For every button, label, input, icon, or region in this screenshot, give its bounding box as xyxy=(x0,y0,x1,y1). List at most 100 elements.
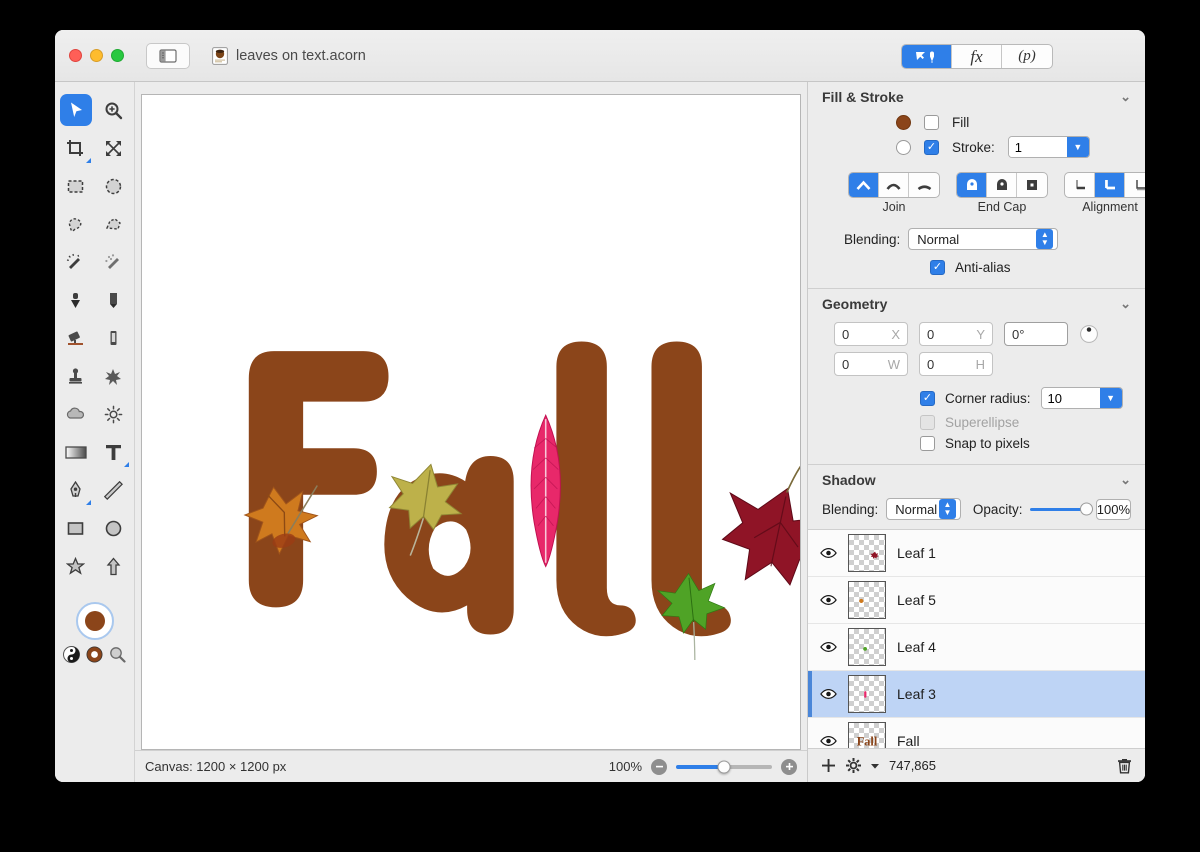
layer-row-leaf-1[interactable]: Leaf 1 xyxy=(808,530,1145,577)
alignment-buttons xyxy=(1064,172,1145,198)
align-center-button[interactable] xyxy=(1095,173,1125,197)
bevel-join-icon xyxy=(917,184,931,190)
visibility-eye-icon[interactable] xyxy=(820,735,837,747)
magic-wand-tool[interactable] xyxy=(60,246,92,278)
bevel-join-button[interactable] xyxy=(909,173,939,197)
rotation-field[interactable]: 0° xyxy=(1004,322,1068,346)
crop-tool[interactable] xyxy=(60,132,92,164)
chevron-down-icon[interactable]: ⌄ xyxy=(1120,89,1131,105)
zoom-button[interactable] xyxy=(111,49,124,62)
tab-effects[interactable]: fx xyxy=(952,45,1002,68)
brush-tool[interactable] xyxy=(98,322,130,354)
fill-color-swatch[interactable] xyxy=(896,115,911,130)
shadow-opacity-value[interactable]: 100% xyxy=(1095,498,1131,520)
black-white-swatch-icon[interactable] xyxy=(63,646,80,663)
star-tool[interactable] xyxy=(60,550,92,582)
instant-alpha-tool[interactable] xyxy=(98,246,130,278)
rotation-dial-icon[interactable] xyxy=(1079,324,1099,344)
stroke-width-dropdown[interactable]: ▼ xyxy=(1066,137,1089,157)
sidebar-toggle-button[interactable] xyxy=(146,42,190,69)
butt-cap-button[interactable] xyxy=(957,173,987,197)
clone-stamp-tool[interactable] xyxy=(60,360,92,392)
chevron-down-icon[interactable] xyxy=(871,763,879,769)
layer-name: Leaf 1 xyxy=(897,545,936,561)
rect-select-tool[interactable] xyxy=(60,170,92,202)
corner-radius-checkbox[interactable]: ✓ xyxy=(920,390,935,406)
zoom-slider-knob[interactable] xyxy=(717,760,731,773)
eraser-tool[interactable] xyxy=(60,322,92,354)
layer-name: Leaf 4 xyxy=(897,639,936,655)
lasso-tool[interactable] xyxy=(60,208,92,240)
layer-row-fall[interactable]: Fall Fall xyxy=(808,718,1145,748)
paint-bucket-tool[interactable] xyxy=(60,284,92,316)
stroke-color-icon[interactable] xyxy=(86,646,103,663)
layer-row-leaf-4[interactable]: Leaf 4 xyxy=(808,624,1145,671)
zoom-in-button[interactable] xyxy=(781,758,797,775)
close-button[interactable] xyxy=(69,49,82,62)
polygon-lasso-tool[interactable] xyxy=(98,208,130,240)
document-title: leaves on text.acorn xyxy=(236,47,366,64)
width-field[interactable]: 0 W xyxy=(834,352,908,376)
zoom-tool[interactable] xyxy=(98,94,130,126)
miter-join-button[interactable] xyxy=(849,173,879,197)
zoom-slider[interactable] xyxy=(676,760,772,773)
blending-select[interactable]: Normal ▲ ▼ xyxy=(908,228,1059,250)
visibility-eye-icon[interactable] xyxy=(820,547,837,559)
dodge-tool[interactable] xyxy=(98,398,130,430)
butt-cap-icon xyxy=(966,179,977,190)
shadow-opacity-knob[interactable] xyxy=(1079,502,1093,516)
shadow-opacity-slider[interactable] xyxy=(1030,502,1093,516)
tab-palette[interactable]: (p) xyxy=(1002,45,1052,68)
fill-checkbox[interactable] xyxy=(924,115,939,130)
bezier-pen-tool[interactable] xyxy=(60,474,92,506)
visibility-eye-icon[interactable] xyxy=(820,594,837,606)
visibility-eye-icon[interactable] xyxy=(820,688,837,700)
visibility-eye-icon[interactable] xyxy=(820,641,837,653)
align-outer-button[interactable] xyxy=(1125,173,1145,197)
shadow-blending-select[interactable]: Normal ▲ ▼ xyxy=(886,498,961,520)
move-tool[interactable] xyxy=(98,132,130,164)
join-label: Join xyxy=(882,200,906,214)
endcap-buttons xyxy=(956,172,1048,198)
height-field[interactable]: 0 H xyxy=(919,352,993,376)
corner-radius-input[interactable] xyxy=(1041,388,1100,408)
chevron-down-icon[interactable]: ⌄ xyxy=(1120,296,1131,312)
y-field[interactable]: 0 Y xyxy=(919,322,993,346)
color-picker-icon[interactable] xyxy=(109,646,126,663)
antialias-checkbox[interactable]: ✓ xyxy=(930,260,945,275)
trash-icon[interactable] xyxy=(1117,758,1132,774)
chevron-down-icon[interactable]: ⌄ xyxy=(1120,472,1131,488)
arrow-select-tool[interactable] xyxy=(59,94,92,126)
stroke-checkbox[interactable]: ✓ xyxy=(924,139,939,155)
corner-radius-stepper[interactable]: ▼ xyxy=(1040,387,1123,409)
align-inner-button[interactable] xyxy=(1065,173,1095,197)
layer-row-leaf-3[interactable]: Leaf 3 xyxy=(808,671,1145,718)
ellipse-tool[interactable] xyxy=(98,512,130,544)
ellipse-select-tool[interactable] xyxy=(98,170,130,202)
foreground-color-swatch[interactable] xyxy=(75,602,114,640)
rectangle-tool[interactable] xyxy=(60,512,92,544)
line-tool[interactable] xyxy=(98,474,130,506)
stroke-width-input[interactable] xyxy=(1008,137,1067,157)
x-field[interactable]: 0 X xyxy=(834,322,908,346)
layer-row-leaf-5[interactable]: Leaf 5 xyxy=(808,577,1145,624)
pencil-tool[interactable] xyxy=(98,284,130,316)
blur-tool[interactable] xyxy=(60,398,92,430)
plus-icon[interactable] xyxy=(821,758,836,773)
document-canvas[interactable] xyxy=(141,94,801,750)
snap-to-pixels-checkbox[interactable] xyxy=(920,436,935,451)
tab-tool-options[interactable] xyxy=(902,45,952,68)
gradient-tool[interactable] xyxy=(60,436,92,468)
stroke-color-swatch[interactable] xyxy=(896,139,911,155)
zoom-out-button[interactable] xyxy=(651,758,667,775)
round-cap-button[interactable] xyxy=(987,173,1017,197)
square-cap-button[interactable] xyxy=(1017,173,1047,197)
corner-radius-dropdown[interactable]: ▼ xyxy=(1099,388,1122,408)
arrow-shape-tool[interactable] xyxy=(98,550,130,582)
gear-icon[interactable] xyxy=(846,758,861,773)
smudge-tool[interactable] xyxy=(98,360,130,392)
text-tool[interactable] xyxy=(98,436,130,468)
minimize-button[interactable] xyxy=(90,49,103,62)
round-join-button[interactable] xyxy=(879,173,909,197)
stroke-width-stepper[interactable]: ▼ xyxy=(1007,136,1090,158)
